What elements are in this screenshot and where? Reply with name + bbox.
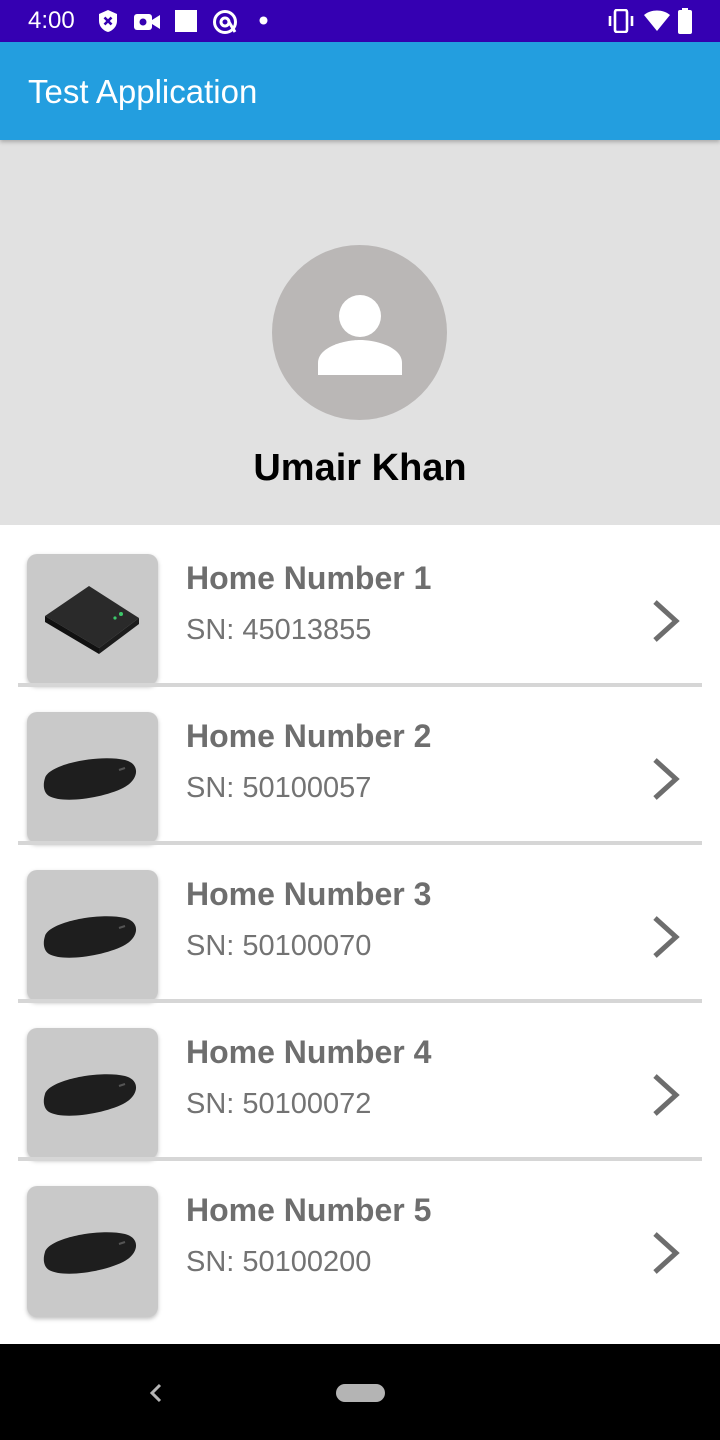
device-serial: SN: 50100057: [186, 772, 372, 804]
system-nav-bar: [0, 1344, 720, 1440]
device-thumbnail: [27, 1186, 158, 1317]
device-serial: SN: 50100200: [186, 1246, 372, 1278]
wifi-icon: [644, 10, 670, 31]
at-circle-icon: [213, 10, 237, 34]
device-thumbnail: [27, 870, 158, 1001]
person-icon: [318, 295, 402, 375]
device-row-4[interactable]: Home Number 4 SN: 50100072: [0, 999, 720, 1161]
camera-icon: [134, 14, 160, 30]
user-name: Umair Khan: [253, 447, 467, 489]
chevron-right-icon[interactable]: [650, 757, 680, 801]
device-row-2[interactable]: Home Number 2 SN: 50100057: [0, 683, 720, 845]
chevron-right-icon[interactable]: [650, 599, 680, 643]
router-image: [45, 586, 139, 654]
device-row-1[interactable]: Home Number 1 SN: 45013855: [0, 525, 720, 687]
chevron-right-icon[interactable]: [650, 1073, 680, 1117]
device-thumbnail: [27, 554, 158, 685]
profile-header: Umair Khan: [0, 140, 720, 525]
device-thumbnail: [27, 712, 158, 843]
device-row-3[interactable]: Home Number 3 SN: 50100070: [0, 841, 720, 1003]
device-row-5[interactable]: Home Number 5 SN: 50100200: [0, 1157, 720, 1317]
home-button[interactable]: [336, 1384, 385, 1402]
app-bar: Test Application: [0, 42, 720, 140]
router-image: [43, 1232, 137, 1274]
app-title: Test Application: [28, 73, 258, 110]
chevron-right-icon[interactable]: [650, 915, 680, 959]
back-icon[interactable]: [148, 1382, 164, 1404]
device-serial: SN: 45013855: [186, 614, 372, 646]
device-name: Home Number 2: [186, 718, 432, 754]
chevron-right-icon[interactable]: [650, 1231, 680, 1275]
device-name: Home Number 4: [186, 1034, 432, 1070]
device-list: Home Number 1 SN: 45013855 Home Number 2…: [0, 525, 720, 1317]
device-name: Home Number 1: [186, 560, 432, 596]
device-name: Home Number 3: [186, 876, 432, 912]
status-bar: 4:00: [0, 0, 720, 42]
router-image: [43, 916, 137, 958]
avatar[interactable]: [272, 245, 447, 420]
status-time: 4:00: [28, 7, 75, 34]
router-image: [43, 758, 137, 800]
square-icon: [175, 10, 197, 32]
router-image: [43, 1074, 137, 1116]
device-thumbnail: [27, 1028, 158, 1159]
vibrate-icon: [608, 9, 634, 33]
dot-icon: [259, 16, 268, 25]
shield-icon: [99, 10, 117, 32]
battery-icon: [678, 8, 692, 34]
device-serial: SN: 50100072: [186, 1088, 372, 1120]
device-name: Home Number 5: [186, 1192, 432, 1228]
device-serial: SN: 50100070: [186, 930, 372, 962]
